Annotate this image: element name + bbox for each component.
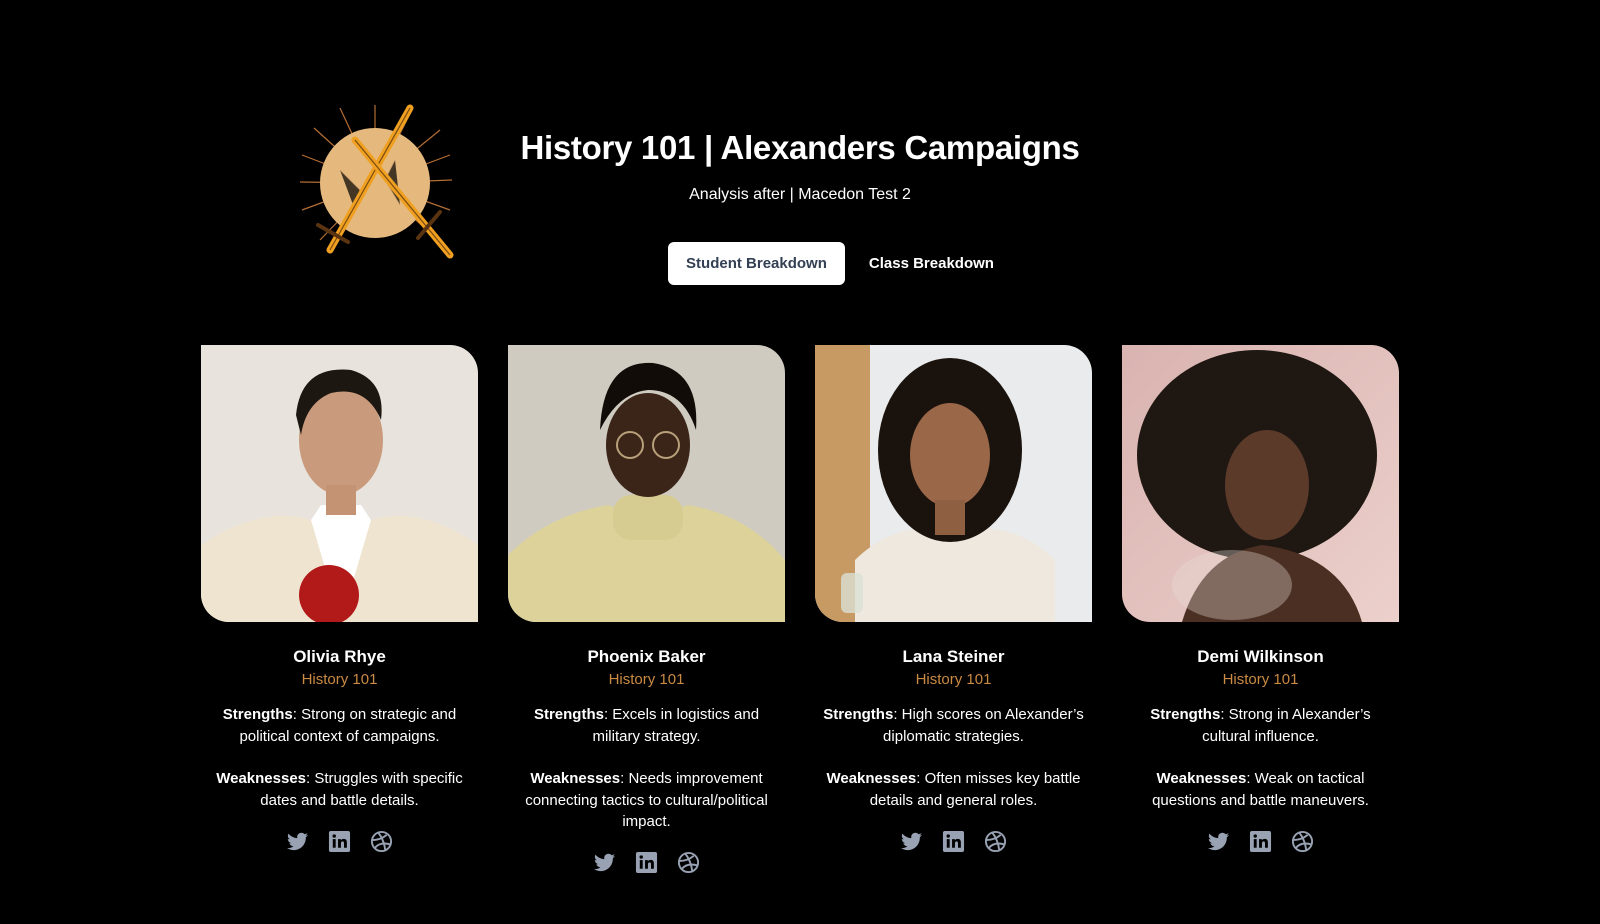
student-photo <box>201 345 478 622</box>
student-name: Demi Wilkinson <box>1197 647 1324 666</box>
tab-class-breakdown[interactable]: Class Breakdown <box>851 242 1012 285</box>
weaknesses-label: Weaknesses <box>530 770 621 787</box>
student-strengths: Strengths: Strong on strategic and polit… <box>209 704 470 747</box>
student-course: History 101 <box>915 671 992 688</box>
tab-student-breakdown[interactable]: Student Breakdown <box>668 242 845 285</box>
student-course: History 101 <box>301 671 378 688</box>
student-photo <box>508 345 785 622</box>
student-description: Strengths: Strong in Alexander’s cultura… <box>1122 704 1399 811</box>
strengths-text: : High scores on Alexander’s diplomatic … <box>883 706 1084 745</box>
strengths-label: Strengths <box>533 706 604 723</box>
social-links <box>508 851 785 875</box>
student-description: Strengths: Strong on strategic and polit… <box>201 704 478 811</box>
student-card: Demi Wilkinson History 101 Strengths: St… <box>1122 345 1399 875</box>
linkedin-icon[interactable] <box>1249 829 1273 853</box>
strengths-text: : Strong in Alexander’s cultural influen… <box>1202 706 1371 745</box>
dribbble-icon[interactable] <box>677 851 701 875</box>
social-links <box>815 829 1092 853</box>
breakdown-tabs: Student Breakdown Class Breakdown <box>0 242 1600 285</box>
page: History 101 | Alexanders Campaigns Analy… <box>0 0 1600 924</box>
student-weaknesses: Weaknesses: Weak on tactical questions a… <box>1130 768 1391 811</box>
twitter-icon[interactable] <box>1207 829 1231 853</box>
student-name: Lana Steiner <box>902 647 1005 666</box>
student-strengths: Strengths: Excels in logistics and milit… <box>516 704 777 747</box>
student-course: History 101 <box>1222 671 1299 688</box>
student-name: Phoenix Baker <box>587 647 706 666</box>
twitter-icon[interactable] <box>900 829 924 853</box>
page-header: History 101 | Alexanders Campaigns Analy… <box>470 128 1130 206</box>
social-links <box>1122 829 1399 853</box>
strengths-label: Strengths <box>222 706 293 723</box>
student-strengths: Strengths: High scores on Alexander’s di… <box>823 704 1084 747</box>
dribbble-icon[interactable] <box>370 829 394 853</box>
strengths-label: Strengths <box>1150 706 1221 723</box>
student-card: Olivia Rhye History 101 Strengths: Stron… <box>201 345 478 875</box>
student-description: Strengths: Excels in logistics and milit… <box>508 704 785 833</box>
weaknesses-label: Weaknesses <box>826 770 917 787</box>
linkedin-icon[interactable] <box>942 829 966 853</box>
social-links <box>201 829 478 853</box>
student-name: Olivia Rhye <box>293 647 386 666</box>
dribbble-icon[interactable] <box>984 829 1008 853</box>
student-strengths: Strengths: Strong in Alexander’s cultura… <box>1130 704 1391 747</box>
weaknesses-label: Weaknesses <box>216 770 307 787</box>
crossed-swords-logo-icon <box>299 100 460 265</box>
page-title: History 101 | Alexanders Campaigns <box>520 129 1080 166</box>
dribbble-icon[interactable] <box>1291 829 1315 853</box>
student-description: Strengths: High scores on Alexander’s di… <box>815 704 1092 811</box>
page-subtitle: Analysis after | Macedon Test 2 <box>689 186 911 203</box>
student-card: Lana Steiner History 101 Strengths: High… <box>815 345 1092 875</box>
student-card: Phoenix Baker History 101 Strengths: Exc… <box>508 345 785 875</box>
student-photo <box>815 345 1092 622</box>
student-weaknesses: Weaknesses: Needs improvement connecting… <box>516 768 777 833</box>
twitter-icon[interactable] <box>286 829 310 853</box>
student-weaknesses: Weaknesses: Struggles with specific date… <box>209 768 470 811</box>
weaknesses-label: Weaknesses <box>1156 770 1247 787</box>
student-cards: Olivia Rhye History 101 Strengths: Stron… <box>201 345 1399 875</box>
linkedin-icon[interactable] <box>328 829 352 853</box>
student-course: History 101 <box>608 671 685 688</box>
strengths-text: : Excels in logistics and military strat… <box>592 706 760 745</box>
student-photo <box>1122 345 1399 622</box>
strengths-label: Strengths <box>823 706 894 723</box>
twitter-icon[interactable] <box>593 851 617 875</box>
linkedin-icon[interactable] <box>635 851 659 875</box>
student-weaknesses: Weaknesses: Often misses key battle deta… <box>823 768 1084 811</box>
